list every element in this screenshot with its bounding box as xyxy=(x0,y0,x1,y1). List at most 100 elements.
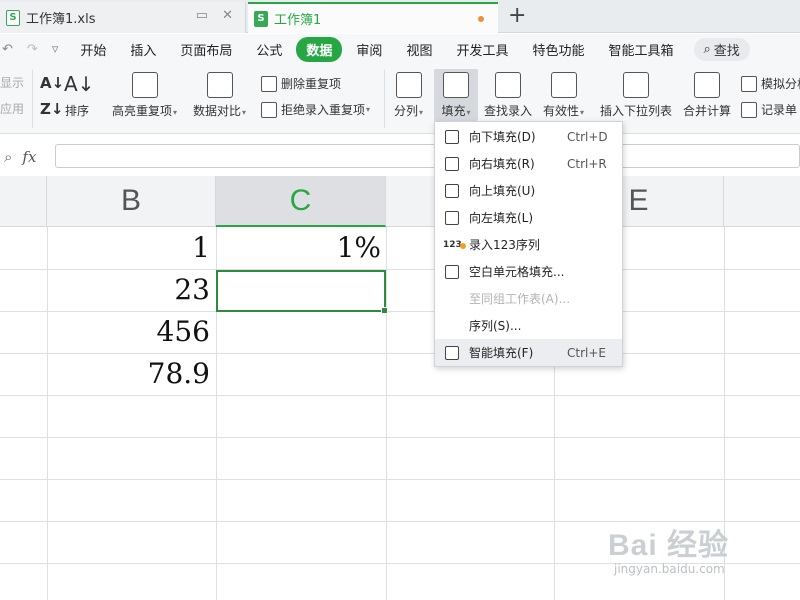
tab-title: 工作簿1 xyxy=(274,13,322,28)
quick-access-more-icon[interactable]: ▿ xyxy=(52,42,59,57)
highlight-duplicates-button[interactable]: 高亮重复项▾ xyxy=(112,72,177,119)
fill-down-icon xyxy=(445,129,459,144)
ribbon-toolbar: 显示 应用 A↓ Z↓ A↓ 排序 高亮重复项▾ 数据对比▾ 删除重复项 拒绝录… xyxy=(0,64,800,134)
fill-up-icon xyxy=(445,183,459,198)
insert-dropdown-list-label: 插入下拉列表 xyxy=(600,104,673,118)
cell-b3[interactable]: 456 xyxy=(47,315,210,348)
sort-label: 排序 xyxy=(64,104,89,118)
menu-fill-left[interactable]: 向左填充(L) xyxy=(435,204,622,231)
blank-cell-fill-icon xyxy=(445,264,459,279)
menu-data[interactable]: 数据 xyxy=(296,36,343,62)
menu-developer[interactable]: 开发工具 xyxy=(446,37,518,62)
consolidate-label: 合并计算 xyxy=(683,104,732,118)
record-form-icon xyxy=(741,101,757,118)
new-tab-button[interactable]: + xyxy=(508,3,526,28)
fill-label: 填充 xyxy=(441,104,466,118)
formula-bar: ⌕ fx xyxy=(0,141,800,173)
record-form-button[interactable]: 记录单 xyxy=(741,101,797,118)
split-column-icon xyxy=(395,72,422,98)
unsaved-indicator xyxy=(478,16,484,22)
menu-special-features[interactable]: 特色功能 xyxy=(522,37,594,62)
validity-label: 有效性 xyxy=(543,104,580,118)
restore-window-icon[interactable]: ▭ xyxy=(196,8,208,23)
lookup-entry-button[interactable]: 查找录入 xyxy=(484,72,532,119)
fill-dropdown-menu: 向下填充(D) Ctrl+D 向右填充(R) Ctrl+R 向上填充(U) 向左… xyxy=(434,121,623,367)
undo-icon[interactable]: ↶ xyxy=(2,42,13,57)
data-compare-label: 数据对比 xyxy=(193,104,242,118)
cell-b2[interactable]: 23 xyxy=(47,273,210,306)
tab-title: 工作簿1.xls xyxy=(26,12,96,27)
function-icon[interactable]: fx xyxy=(22,148,36,166)
menu-fill-right[interactable]: 向右填充(R) Ctrl+R xyxy=(435,150,622,177)
split-column-label: 分列 xyxy=(394,104,419,118)
data-compare-icon xyxy=(206,72,233,98)
sort-ascending-icon[interactable]: A↓ xyxy=(40,74,64,92)
menu-smart-toolbox[interactable]: 智能工具箱 xyxy=(598,37,683,62)
menu-enter-123-sequence[interactable]: 123 录入123序列 xyxy=(435,231,622,258)
close-tab-icon[interactable]: ✕ xyxy=(222,8,233,23)
cell-b4[interactable]: 78.9 xyxy=(47,357,210,390)
search-button[interactable]: ⌕ 查找 xyxy=(693,37,750,61)
watermark-url: jingyan.baidu.com xyxy=(614,562,725,576)
sort-descending-icon[interactable]: Z↓ xyxy=(40,100,63,118)
column-header-b[interactable]: B xyxy=(47,176,216,227)
lookup-entry-icon xyxy=(495,72,521,98)
validity-button[interactable]: 有效性▾ xyxy=(543,72,584,119)
column-header-c[interactable]: C xyxy=(216,176,386,227)
dropdown-list-icon xyxy=(623,72,649,98)
formula-input[interactable] xyxy=(55,144,800,168)
sort-button[interactable]: A↓ 排序 xyxy=(64,72,95,119)
remove-duplicates-label: 删除重复项 xyxy=(281,77,342,91)
smart-fill-icon xyxy=(445,345,459,360)
data-compare-button[interactable]: 数据对比▾ xyxy=(193,72,246,119)
record-form-label: 记录单 xyxy=(761,103,798,117)
menu-series[interactable]: 序列(S)... xyxy=(435,312,622,339)
cell-b1[interactable]: 1 xyxy=(47,231,210,264)
menu-blank-cell-fill[interactable]: 空白单元格填充... xyxy=(435,258,622,285)
what-if-analysis-button[interactable]: 模拟分析 xyxy=(741,75,800,92)
menu-review[interactable]: 审阅 xyxy=(346,37,392,62)
reject-duplicates-button[interactable]: 拒绝录入重复项 ▾ xyxy=(261,101,370,118)
menu-view[interactable]: 视图 xyxy=(396,37,442,62)
fill-button[interactable]: 填充▾ xyxy=(434,69,478,121)
search-icon: ⌕ xyxy=(703,41,711,57)
split-column-button[interactable]: 分列▾ xyxy=(394,72,423,119)
highlight-duplicates-icon xyxy=(131,72,158,98)
cell-c1[interactable]: 1% xyxy=(216,231,381,264)
consolidate-button[interactable]: 合并计算 xyxy=(683,72,731,119)
fill-left-icon xyxy=(445,210,459,225)
remove-duplicates-icon xyxy=(261,75,277,92)
menu-home[interactable]: 开始 xyxy=(70,37,116,62)
show-button[interactable]: 显示 xyxy=(0,74,24,91)
column-header-a-partial[interactable] xyxy=(0,176,47,227)
spreadsheet-icon: S xyxy=(254,10,268,27)
menu-fill-up[interactable]: 向上填充(U) xyxy=(435,177,622,204)
menu-formulas[interactable]: 公式 xyxy=(246,37,292,62)
sort-icon: A↓ xyxy=(64,72,95,96)
menu-smart-fill[interactable]: 智能填充(F) Ctrl+E xyxy=(435,339,622,366)
menu-to-group-sheets: 至同组工作表(A)... xyxy=(469,292,571,306)
reject-duplicates-icon xyxy=(261,101,277,118)
menu-fill-down[interactable]: 向下填充(D) Ctrl+D xyxy=(435,123,622,150)
consolidate-icon xyxy=(694,72,720,98)
redo-icon[interactable]: ↷ xyxy=(27,42,38,57)
insert-dropdown-list-button[interactable]: 插入下拉列表 xyxy=(600,72,672,119)
menu-page-layout[interactable]: 页面布局 xyxy=(170,37,242,62)
tab-workbook-xls[interactable]: S 工作簿1.xls ▭ ✕ xyxy=(0,2,246,33)
tab-workbook-active[interactable]: S 工作簿1 xyxy=(248,2,498,33)
fill-down-icon xyxy=(443,72,469,98)
sequence-123-icon: 123 xyxy=(443,240,466,250)
validity-icon xyxy=(550,72,577,98)
tab-bar: S 工作簿1.xls ▭ ✕ S 工作簿1 + xyxy=(0,0,800,33)
column-header-f-partial[interactable] xyxy=(724,176,800,227)
menu-bar: ↶ ↷ ▿ 开始 插入 页面布局 公式 数据 审阅 视图 开发工具 特色功能 智… xyxy=(0,34,800,64)
watermark-logo: Bai 经验 xyxy=(608,529,730,562)
apply-button[interactable]: 应用 xyxy=(0,100,24,117)
zoom-icon[interactable]: ⌕ xyxy=(4,148,12,166)
reject-duplicates-label: 拒绝录入重复项 xyxy=(281,103,366,117)
spreadsheet-icon: S xyxy=(6,9,20,26)
remove-duplicates-button[interactable]: 删除重复项 xyxy=(261,75,341,92)
menu-insert[interactable]: 插入 xyxy=(120,37,166,62)
active-cell-c2[interactable] xyxy=(216,270,388,314)
highlight-duplicates-label: 高亮重复项 xyxy=(112,104,173,118)
